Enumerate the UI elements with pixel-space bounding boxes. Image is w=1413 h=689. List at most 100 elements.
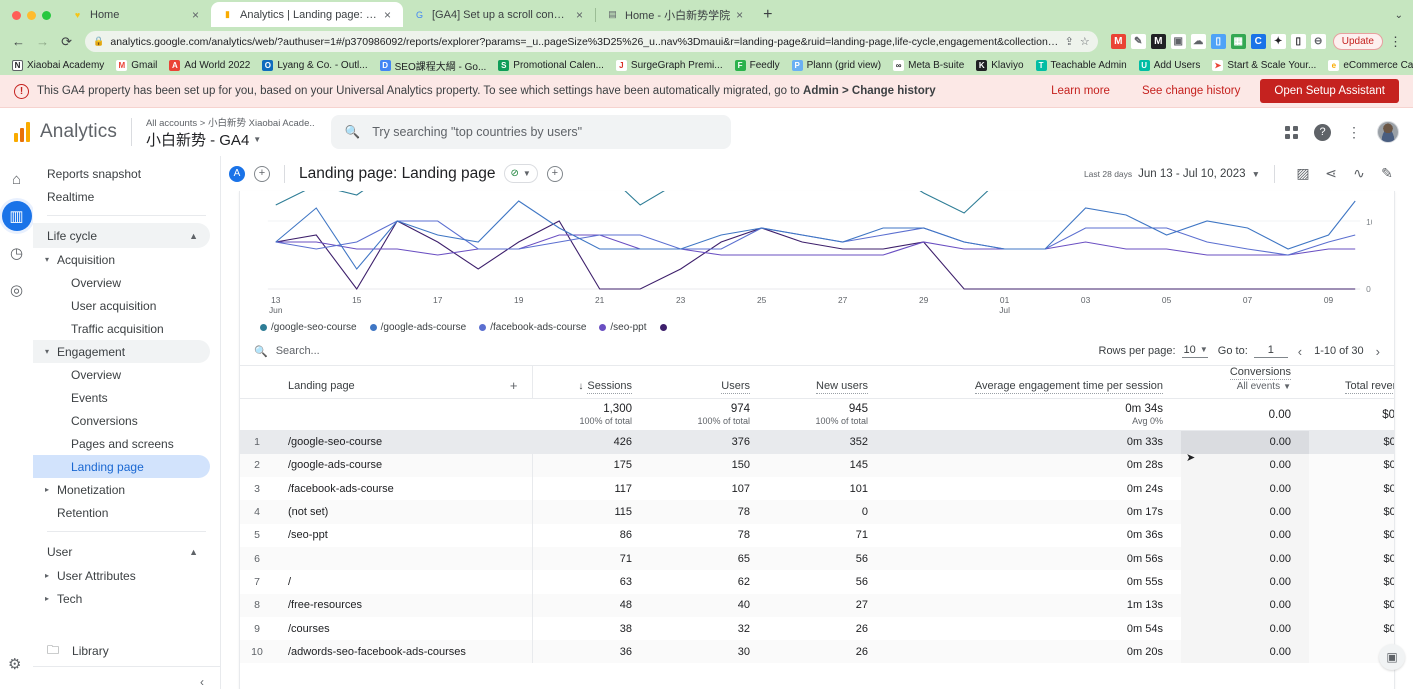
- admin-gear-icon[interactable]: ⚙: [8, 655, 21, 673]
- close-icon[interactable]: ×: [384, 9, 395, 21]
- browser-tab-2[interactable]: ▮ Analytics | Landing page: Land ×: [211, 2, 403, 27]
- table-row[interactable]: 3 /facebook-ads-course 117 107 101 0m 24…: [240, 477, 1394, 500]
- close-icon[interactable]: ×: [192, 9, 203, 21]
- row-dimension[interactable]: (not set): [274, 500, 532, 523]
- maximize-window-button[interactable]: [42, 11, 51, 20]
- chevron-down-icon[interactable]: ▼: [523, 169, 531, 178]
- extension-monitor-icon[interactable]: M: [1151, 34, 1166, 49]
- sidebar-item-traffic-acquisition[interactable]: Traffic acquisition: [33, 317, 210, 340]
- chevron-down-icon[interactable]: ▼: [1200, 345, 1208, 354]
- back-button[interactable]: ←: [8, 31, 29, 53]
- column-total-revenue[interactable]: Total revenue: [1309, 366, 1394, 399]
- bookmark-item[interactable]: JSurgeGraph Premi...: [610, 60, 729, 71]
- bookmark-item[interactable]: DSEO課程大綱 - Go...: [374, 58, 493, 73]
- previous-page-icon[interactable]: ‹: [1298, 344, 1302, 359]
- sidebar-item-user-acquisition[interactable]: User acquisition: [33, 294, 210, 317]
- bookmark-star-icon[interactable]: ☆: [1080, 35, 1090, 48]
- rows-per-page-select[interactable]: 10▼: [1182, 344, 1208, 358]
- open-setup-assistant-button[interactable]: Open Setup Assistant: [1260, 79, 1399, 103]
- sidebar-item-tech[interactable]: ▸ Tech: [33, 587, 210, 610]
- rows-per-page[interactable]: Rows per page: 10▼: [1099, 344, 1208, 358]
- chevron-down-icon[interactable]: ▼: [1252, 169, 1260, 179]
- table-row[interactable]: 10 /adwords-seo-facebook-ads-courses 36 …: [240, 640, 1394, 663]
- expand-triangle-icon[interactable]: ▸: [45, 485, 57, 494]
- row-dimension[interactable]: /adwords-seo-facebook-ads-courses: [274, 640, 532, 663]
- column-conversions[interactable]: Conversions All events▼: [1181, 366, 1309, 399]
- table-row[interactable]: 8 /free-resources 48 40 27 1m 13s 0.00 $…: [240, 594, 1394, 617]
- bookmark-item[interactable]: MGmail: [110, 60, 163, 71]
- extension-m-icon[interactable]: M: [1111, 34, 1126, 49]
- sidebar-item-reports-snapshot[interactable]: Reports snapshot: [33, 162, 220, 185]
- extension-cloud-icon[interactable]: ☁: [1191, 34, 1206, 49]
- collapse-triangle-icon[interactable]: ▾: [45, 347, 57, 356]
- apps-grid-icon[interactable]: [1285, 126, 1298, 139]
- add-comparison-button[interactable]: +: [254, 166, 270, 182]
- bookmark-item[interactable]: PPlann (grid view): [786, 60, 887, 71]
- learn-more-link[interactable]: Learn more: [1039, 85, 1122, 97]
- avatar[interactable]: [1377, 121, 1399, 143]
- legend-item[interactable]: /google-seo-course: [260, 322, 357, 333]
- bookmark-item[interactable]: eeCommerce Case...: [1322, 60, 1413, 71]
- column-avg-engagement-time[interactable]: Average engagement time per session: [886, 366, 1181, 399]
- table-row[interactable]: 2 /google-ads-course 175 150 145 0m 28s …: [240, 454, 1394, 477]
- column-new-users[interactable]: New users: [768, 366, 886, 399]
- column-sessions[interactable]: ↓Sessions: [532, 366, 650, 399]
- row-dimension[interactable]: [274, 547, 532, 570]
- sidebar-item-acquisition[interactable]: ▾ Acquisition: [33, 248, 210, 271]
- extension-green-icon[interactable]: ▦: [1231, 34, 1246, 49]
- add-filter-button[interactable]: +: [547, 166, 563, 182]
- update-button[interactable]: Update: [1333, 33, 1383, 50]
- reload-button[interactable]: ⟳: [56, 31, 77, 53]
- bookmark-item[interactable]: ➤Start & Scale Your...: [1206, 60, 1322, 71]
- row-dimension[interactable]: /google-ads-course: [274, 454, 532, 477]
- comparison-badge[interactable]: A: [229, 166, 245, 182]
- legend-item[interactable]: /facebook-ads-course: [479, 322, 586, 333]
- help-icon[interactable]: ?: [1314, 124, 1331, 141]
- row-dimension[interactable]: /courses: [274, 617, 532, 640]
- row-dimension[interactable]: /free-resources: [274, 594, 532, 617]
- global-search-input[interactable]: 🔍 Try searching "top countries by users": [331, 115, 731, 149]
- column-landing-page[interactable]: Landing page +: [274, 366, 532, 399]
- bookmark-item[interactable]: AAd World 2022: [163, 60, 256, 71]
- browser-tab-3[interactable]: G [GA4] Set up a scroll conversio ×: [403, 2, 595, 27]
- row-dimension[interactable]: /google-seo-course: [274, 431, 532, 454]
- collapse-sidebar-button[interactable]: ‹: [33, 666, 220, 689]
- sort-descending-icon[interactable]: ↓: [578, 381, 583, 392]
- bookmark-item[interactable]: FFeedly: [729, 60, 786, 71]
- share-icon[interactable]: ⇪: [1065, 35, 1074, 48]
- column-users[interactable]: Users: [650, 366, 768, 399]
- legend-item[interactable]: /seo-ppt: [599, 322, 646, 333]
- table-row[interactable]: 5 /seo-ppt 86 78 71 0m 36s 0.00 $0.00: [240, 524, 1394, 547]
- sidebar-item-acquisition-overview[interactable]: Overview: [33, 271, 210, 294]
- see-change-history-link[interactable]: See change history: [1130, 85, 1252, 97]
- browser-menu-icon[interactable]: ⋮: [1386, 34, 1405, 50]
- legend-item[interactable]: [660, 324, 671, 331]
- property-selector[interactable]: All accounts > 小白新势 Xiaobai Acade.. 小白新势…: [146, 115, 315, 150]
- legend-item[interactable]: /google-ads-course: [370, 322, 467, 333]
- table-row[interactable]: 4 (not set) 115 78 0 0m 17s 0.00 $0.00: [240, 500, 1394, 523]
- expand-triangle-icon[interactable]: ▸: [45, 594, 57, 603]
- line-chart[interactable]: 10 0 13 Jun 15 17 19: [240, 191, 1394, 317]
- tab-search-chevron-down-icon[interactable]: ⌄: [1395, 10, 1413, 27]
- sidebar-item-engagement-overview[interactable]: Overview: [33, 363, 210, 386]
- share-icon[interactable]: ⋖: [1317, 160, 1345, 188]
- goto-page[interactable]: Go to: 1: [1218, 344, 1288, 358]
- row-dimension[interactable]: /: [274, 570, 532, 593]
- chevron-up-icon[interactable]: ▲: [189, 231, 198, 241]
- table-row[interactable]: 1 /google-seo-course 426 376 352 0m 33s …: [240, 431, 1394, 454]
- bookmark-item[interactable]: TTeachable Admin: [1030, 60, 1133, 71]
- table-row[interactable]: 6 71 65 56 0m 56s 0.00 $0.00: [240, 547, 1394, 570]
- table-row[interactable]: 7 / 63 62 56 0m 55s 0.00 $0.00: [240, 570, 1394, 593]
- extension-camera-icon[interactable]: ▣: [1171, 34, 1186, 49]
- row-dimension[interactable]: /seo-ppt: [274, 524, 532, 547]
- data-quality-chip[interactable]: ⊘ ▼: [504, 164, 538, 183]
- browser-tab-1[interactable]: ♥ Home ×: [61, 2, 211, 27]
- date-range-selector[interactable]: Last 28 days Jun 13 - Jul 10, 2023 ▼: [1084, 168, 1260, 180]
- sidebar-item-retention[interactable]: Retention: [33, 501, 210, 524]
- sidebar-item-pages-and-screens[interactable]: Pages and screens: [33, 432, 210, 455]
- chevron-down-icon[interactable]: ▼: [1283, 382, 1291, 391]
- bookmark-item[interactable]: NXiaobai Academy: [6, 60, 110, 71]
- new-tab-button[interactable]: +: [755, 7, 780, 27]
- minimize-window-button[interactable]: [27, 11, 36, 20]
- sidebar-group-life-cycle[interactable]: Life cycle ▲: [33, 223, 210, 248]
